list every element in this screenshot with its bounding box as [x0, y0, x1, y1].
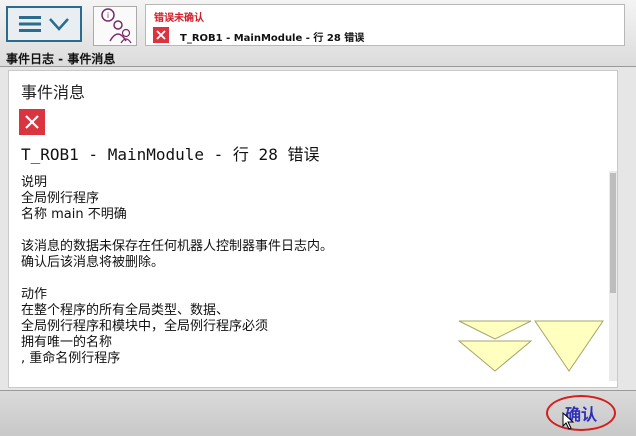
- top-toolbar: i 错误未确认 T_ROB1 - MainModule - 行 28 错误 事件…: [0, 0, 636, 67]
- error-x-icon: [19, 109, 45, 135]
- bottom-command-bar: 确认: [0, 390, 636, 436]
- svg-text:i: i: [107, 11, 109, 20]
- error-heading: T_ROB1 - MainModule - 行 28 错误: [21, 145, 320, 164]
- error-x-icon: [153, 27, 169, 43]
- event-log-button[interactable]: i: [93, 6, 137, 46]
- mouse-cursor-icon: [562, 412, 575, 430]
- triangle-down-icon[interactable]: [534, 320, 604, 372]
- scrollbar-thumb[interactable]: [610, 173, 616, 293]
- chevron-down-icon: [49, 18, 69, 31]
- breadcrumb: 事件日志 - 事件消息: [6, 52, 116, 66]
- main-menu-button[interactable]: [6, 6, 82, 42]
- page-title: 事件消息: [21, 83, 86, 102]
- vertical-scrollbar[interactable]: [609, 171, 617, 381]
- hamburger-icon: [19, 16, 41, 32]
- event-log-icon: i: [101, 8, 132, 44]
- alert-title: 错误未确认: [154, 13, 204, 24]
- event-message-panel: 事件消息 T_ROB1 - MainModule - 行 28 错误 说明 全局…: [8, 70, 618, 388]
- alert-message: T_ROB1 - MainModule - 行 28 错误: [180, 33, 365, 44]
- confirm-button[interactable]: 确认: [546, 395, 616, 431]
- alert-panel[interactable]: 错误未确认 T_ROB1 - MainModule - 行 28 错误: [145, 4, 625, 46]
- double-chevron-down-icon[interactable]: [457, 320, 533, 372]
- scroll-buttons: [455, 319, 605, 377]
